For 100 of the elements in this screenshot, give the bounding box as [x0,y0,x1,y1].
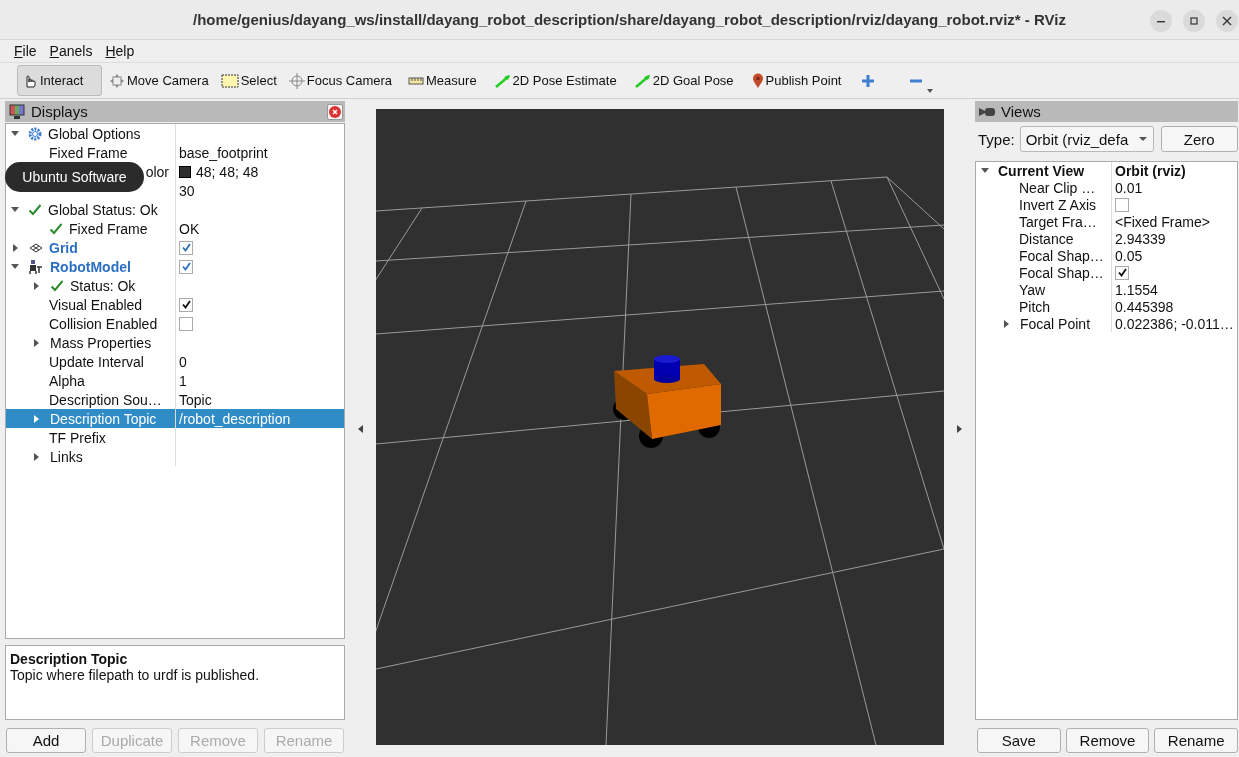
property-value: 2.94339 [1115,230,1166,247]
caret-icon[interactable] [11,207,19,212]
tool-button[interactable]: Move Camera [104,65,214,96]
checkbox[interactable] [179,259,193,274]
property-value: Topic [179,391,212,408]
description-text: Topic where filepath to urdf is published. [10,667,261,683]
caret-icon[interactable] [13,243,18,252]
monitor-icon [9,103,25,120]
dropdown-caret-icon [927,89,934,93]
tree-row[interactable]: Links [6,447,344,466]
ruler-icon [408,76,425,85]
description-title: Description Topic [10,651,129,667]
tree-row[interactable]: Global Options [6,124,344,143]
tree-row[interactable]: Invert Z Axis [976,196,1237,213]
caret-icon[interactable] [34,281,39,290]
property-name: Global Options [48,125,141,142]
tree-row[interactable]: Fixed Frame OK [6,219,344,238]
tool-button[interactable]: Select [215,65,282,96]
type-dropdown[interactable]: Orbit (rviz_defa [1019,126,1154,152]
collapse-arrow-icon[interactable] [358,425,363,433]
plus-icon [861,73,876,88]
property-name: Fixed Frame [69,220,148,237]
tool-button[interactable]: Interact [17,65,102,96]
tree-row[interactable]: Mass Properties [6,333,344,352]
property-value: 0.05 [1115,247,1143,264]
checkbox[interactable] [179,240,193,255]
tree-row[interactable]: Focal Point 0.022386; -0.011… [976,315,1237,332]
property-name: Focal Shap… [1019,247,1104,264]
property-value: <Fixed Frame> [1115,213,1210,230]
panel-button[interactable]: Save [977,728,1061,753]
tree-row[interactable]: TF Prefix [6,428,344,447]
tool-button[interactable]: 2D Pose Estimate [489,65,622,96]
property-name: Mass Properties [50,334,152,351]
tree-row[interactable]: RobotModel [6,257,344,276]
caret-icon[interactable] [1004,319,1009,328]
property-value: 48; 48; 48 [196,163,259,180]
property-name: Description Topic [50,410,157,427]
property-name: Distance [1019,230,1074,247]
property-name: Near Clip … [1019,179,1096,196]
close-button[interactable] [1216,10,1238,32]
grid-icon [29,242,43,253]
crosshair-icon [288,72,305,89]
menu-item[interactable]: Help [105,43,135,59]
tree-row[interactable]: Alpha 1 [6,371,344,390]
tree-row[interactable]: Focal Shap… 0.05 [976,247,1237,264]
property-value: /robot_description [179,410,291,427]
tool-button[interactable]: Measure [403,65,482,96]
caret-icon [1138,137,1147,141]
tree-row[interactable]: Current View Orbit (rviz) [976,162,1237,179]
property-name: Grid [49,239,78,256]
maximize-button[interactable] [1183,10,1205,32]
checkbox[interactable] [179,316,193,331]
tree-row[interactable]: Target Fra… <Fixed Frame> [976,213,1237,230]
tool-button[interactable]: 2D Goal Pose [629,65,739,96]
tree-row[interactable]: Grid [6,238,344,257]
tree-row[interactable]: Update Interval 0 [6,352,344,371]
tooltip: Ubuntu Software [5,162,144,192]
panel-button[interactable]: Remove [1065,728,1150,753]
checkbox[interactable] [179,297,193,312]
checkbox[interactable] [1115,265,1129,280]
caret-icon[interactable] [11,264,19,269]
tree-row[interactable]: Collision Enabled [6,314,344,333]
menu-item[interactable]: Panels [49,43,93,59]
color-swatch[interactable] [179,165,191,178]
property-value: base_footprint [179,144,268,161]
close-icon [1222,16,1232,26]
tree-row[interactable]: Pitch 0.445398 [976,298,1237,315]
property-value: 0.022386; -0.011… [1115,315,1234,332]
tool-button[interactable]: Publish Point [746,65,847,96]
tree-row[interactable]: Global Status: Ok [6,200,344,219]
check-icon [49,221,63,236]
tree-row[interactable]: Description Topic /robot_description [6,409,344,428]
arrow-icon [634,73,651,88]
tree-row[interactable]: Yaw 1.1554 [976,281,1237,298]
panel-button[interactable]: Rename [1154,728,1238,753]
caret-icon[interactable] [34,338,39,347]
caret-icon[interactable] [981,168,989,173]
tree-row[interactable]: Distance 2.94339 [976,230,1237,247]
menu-item[interactable]: File [14,43,37,59]
tree-row[interactable]: Focal Shap… [976,264,1237,281]
caret-icon[interactable] [11,131,19,136]
property-value: OK [179,220,200,237]
zero-button[interactable]: Zero [1160,126,1238,152]
property-value: Orbit (rviz) [1115,162,1186,179]
tool-button[interactable]: Focus Camera [283,65,398,96]
property-name: Fixed Frame [49,144,128,161]
window-title: /home/genius/dayang_ws/install/dayang_robot_description/share/dayang_robot_description/rviz/dayang_robot.rviz* - RViz [193,11,1066,28]
tree-row[interactable]: Near Clip … 0.01 [976,179,1237,196]
panel-title: Views [1001,103,1042,120]
tree-row[interactable]: Visual Enabled [6,295,344,314]
checkbox[interactable] [1115,197,1129,212]
caret-icon[interactable] [34,452,39,461]
check-icon [28,202,42,217]
property-value: 0 [179,353,187,370]
tree-row[interactable]: Status: Ok [6,276,344,295]
expand-arrow-icon[interactable] [957,425,962,433]
close-button[interactable] [327,103,343,120]
property-name: Links [50,448,83,465]
property-name: olor [145,163,169,180]
panel-button[interactable]: Add [6,728,86,753]
